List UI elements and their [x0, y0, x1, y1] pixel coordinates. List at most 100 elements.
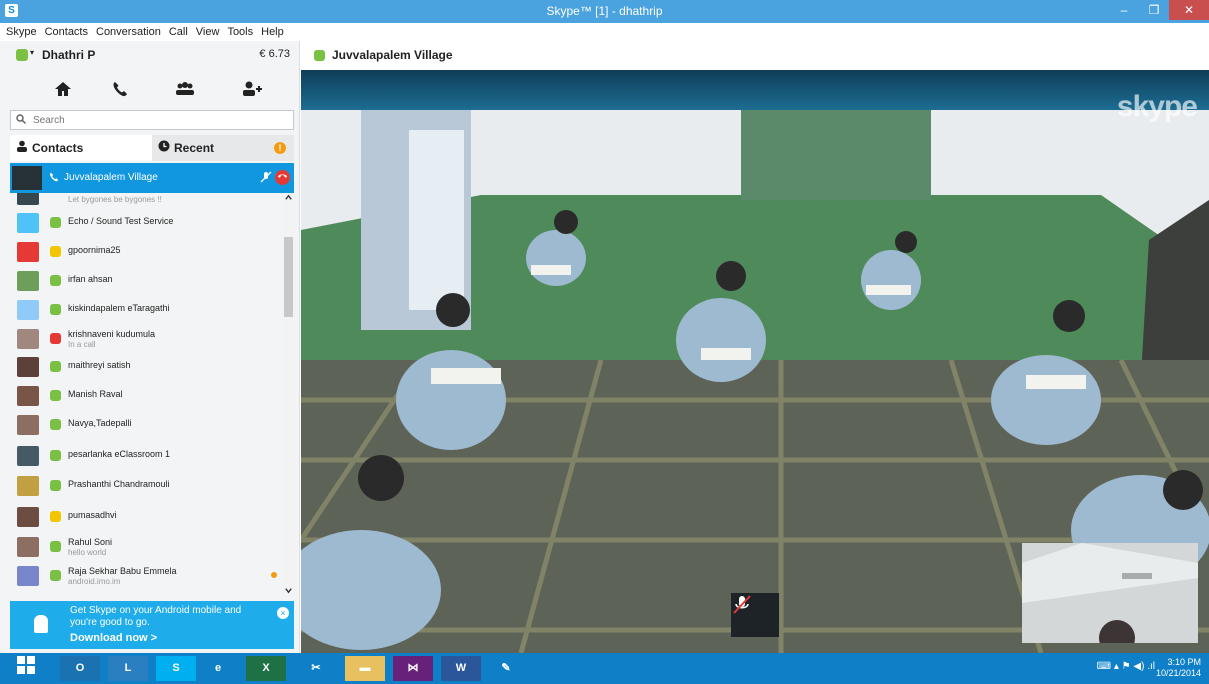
status-online-icon	[50, 450, 61, 461]
contact-name: gpoornima25	[68, 245, 121, 255]
conversation-header: Juvvalapalem Village	[301, 41, 1209, 70]
skype-watermark-logo: skype	[1116, 90, 1198, 123]
system-clock[interactable]: 3:10 PM 10/21/2014	[1156, 657, 1201, 679]
contact-mood: In a call	[68, 340, 96, 349]
snipping-icon[interactable]: ✂	[296, 656, 336, 681]
tab-contacts[interactable]: Contacts	[10, 135, 152, 161]
search-box[interactable]	[10, 110, 294, 130]
contact-row[interactable]: gpoornima25	[10, 240, 283, 264]
mute-icon[interactable]	[260, 171, 272, 186]
clock-date: 10/21/2014	[1155, 668, 1201, 678]
search-input[interactable]	[33, 112, 283, 128]
contact-name: pesarlanka eClassroom 1	[68, 449, 171, 459]
contact-name: Manish Raval	[68, 389, 123, 399]
title-bar: S Skype™ [1] - dhathrip – ❐ ✕	[0, 0, 1209, 23]
start-icon[interactable]	[8, 656, 44, 681]
status-online-icon	[50, 304, 61, 315]
menu-help[interactable]: Help	[261, 23, 284, 41]
avatar	[17, 193, 39, 205]
home-icon[interactable]	[48, 79, 78, 103]
menu-call[interactable]: Call	[169, 23, 188, 41]
status-online-icon	[50, 217, 61, 228]
notification-icon[interactable]: !	[274, 142, 286, 154]
clock-time: 3:10 PM	[1167, 657, 1201, 667]
unread-dot	[271, 572, 277, 578]
end-call-icon[interactable]	[275, 170, 290, 185]
call-phone-icon	[48, 171, 60, 186]
paint-icon[interactable]: ✎	[486, 656, 526, 681]
online-status-icon[interactable]	[16, 49, 28, 61]
lync-icon[interactable]: L	[108, 656, 148, 681]
status-away-icon	[50, 511, 61, 522]
excel-icon[interactable]: X	[246, 656, 286, 681]
outlook-icon[interactable]: O	[60, 656, 100, 681]
status-dropdown-icon[interactable]: ▾	[30, 48, 34, 57]
contact-row[interactable]: Raja Sekhar Babu Emmela android.imo.im	[10, 564, 283, 588]
status-online-icon	[50, 480, 61, 491]
android-promo-banner: Get Skype on your Android mobile and you…	[10, 601, 294, 649]
contact-name: Prashanthi Chandramouli	[68, 479, 170, 489]
contact-row[interactable]: Let bygones be bygones !!	[10, 193, 283, 213]
sidebar: ▾ Dhathri P € 6.73 Contacts	[0, 41, 300, 653]
contact-mood: Let bygones be bygones !!	[68, 195, 162, 204]
contact-row[interactable]: maithreyi satish	[10, 355, 283, 379]
skype-credit[interactable]: € 6.73	[259, 48, 290, 60]
contact-row[interactable]: Prashanthi Chandramouli	[10, 474, 283, 498]
close-button[interactable]: ✕	[1169, 0, 1209, 20]
contact-list: Let bygones be bygones !! Echo / Sound T…	[10, 193, 283, 597]
profile-name[interactable]: Dhathri P	[42, 48, 95, 62]
active-call-name: Juvvalapalem Village	[64, 172, 158, 183]
contact-name: kiskindapalem eTaragathi	[68, 303, 170, 313]
avatar	[17, 537, 39, 557]
promo-close-button[interactable]: ×	[277, 607, 289, 619]
status-online-icon	[50, 361, 61, 372]
contact-row[interactable]: pumasadhvi	[10, 505, 283, 529]
contact-mood: hello world	[68, 548, 107, 557]
window-title: Skype™ [1] - dhathrip	[546, 4, 663, 18]
tab-recent[interactable]: Recent !	[152, 135, 294, 161]
avatar	[17, 507, 39, 527]
active-call-item[interactable]: Juvvalapalem Village	[10, 163, 294, 193]
conversation-title[interactable]: Juvvalapalem Village	[332, 48, 453, 62]
contact-row[interactable]: irfan ahsan	[10, 269, 283, 293]
windows-taskbar: O L S e X ✂ ▬ ⋈ W ✎ ⌨ ▴ ⚑ ◀) .ıl 3:10 PM…	[0, 653, 1209, 684]
ie-icon[interactable]: e	[198, 656, 238, 681]
menu-skype[interactable]: Skype	[6, 23, 37, 41]
word-icon[interactable]: W	[441, 656, 481, 681]
menu-conversation[interactable]: Conversation	[96, 23, 161, 41]
contact-row[interactable]: pesarlanka eClassroom 1	[10, 444, 283, 468]
skype-icon[interactable]: S	[156, 656, 196, 681]
android-icon	[34, 615, 48, 633]
contact-row[interactable]: krishnaveni kudumula In a call	[10, 327, 283, 351]
contact-row[interactable]: Rahul Soni hello world	[10, 535, 283, 559]
explorer-icon[interactable]: ▬	[345, 656, 385, 681]
avatar	[17, 476, 39, 496]
self-view-preview[interactable]	[1022, 543, 1198, 643]
scrollbar-thumb[interactable]	[284, 237, 293, 317]
menu-contacts[interactable]: Contacts	[45, 23, 88, 41]
window-controls: – ❐ ✕	[1109, 0, 1209, 22]
contact-name: Raja Sekhar Babu Emmela	[68, 566, 177, 576]
visual-studio-icon[interactable]: ⋈	[393, 656, 433, 681]
contact-row[interactable]: kiskindapalem eTaragathi	[10, 298, 283, 322]
maximize-button[interactable]: ❐	[1139, 0, 1169, 20]
scroll-down-icon[interactable]	[284, 586, 293, 597]
menu-tools[interactable]: Tools	[227, 23, 253, 41]
system-tray-icons[interactable]: ⌨ ▴ ⚑ ◀) .ıl	[1097, 661, 1155, 672]
add-contact-icon[interactable]	[237, 79, 267, 103]
video-call-area[interactable]: skype	[301, 70, 1209, 653]
scroll-up-icon[interactable]	[284, 193, 293, 204]
profile-bar[interactable]: ▾ Dhathri P € 6.73	[0, 41, 300, 69]
download-now-link[interactable]: Download now >	[70, 632, 157, 644]
avatar	[17, 357, 39, 377]
clock-icon	[158, 135, 170, 161]
mute-microphone-button[interactable]	[731, 593, 779, 637]
menu-view[interactable]: View	[196, 23, 220, 41]
call-icon[interactable]	[105, 79, 135, 103]
contact-row[interactable]: Manish Raval	[10, 384, 283, 408]
contact-list-scrollbar[interactable]	[283, 193, 294, 597]
minimize-button[interactable]: –	[1109, 0, 1139, 20]
contacts-group-icon[interactable]	[170, 79, 200, 103]
contact-row[interactable]: Echo / Sound Test Service	[10, 211, 283, 235]
contact-row[interactable]: Navya,Tadepalli	[10, 413, 283, 437]
